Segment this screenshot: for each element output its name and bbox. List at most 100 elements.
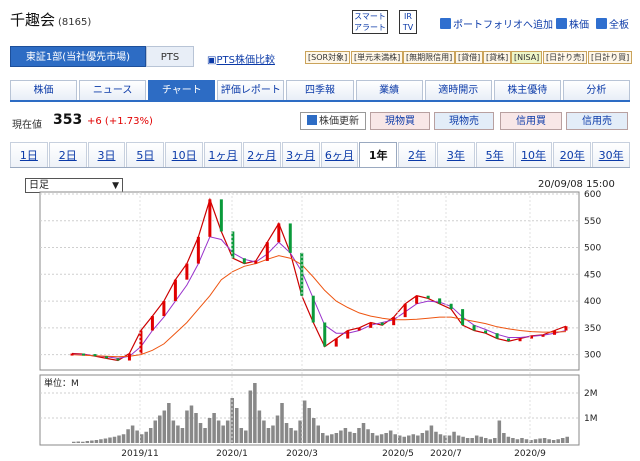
volume-bar xyxy=(316,425,320,443)
volume-bar xyxy=(94,440,99,443)
volume-bar xyxy=(452,431,456,443)
volume-bar xyxy=(393,434,397,443)
volume-bar xyxy=(72,441,76,443)
price-candle xyxy=(254,260,258,264)
volume-bar xyxy=(194,413,198,443)
price-candle xyxy=(162,301,166,317)
price-ytick-label: 300 xyxy=(584,351,601,361)
price-candle xyxy=(472,325,476,331)
volume-bar xyxy=(565,436,569,443)
price-candle xyxy=(357,327,361,331)
price-candle xyxy=(449,303,453,310)
volume-bar xyxy=(425,430,429,443)
volume-bar xyxy=(126,429,130,443)
price-candle xyxy=(507,338,511,342)
volume-bar xyxy=(112,436,117,443)
price-ytick-label: 400 xyxy=(584,297,601,307)
volume-bar xyxy=(560,438,565,443)
volume-bar xyxy=(307,408,311,443)
volume-bar xyxy=(284,423,289,443)
price-ytick-label: 600 xyxy=(584,190,601,200)
volume-bar xyxy=(447,435,452,443)
volume-bar xyxy=(348,431,352,443)
volume-bar xyxy=(497,420,502,443)
volume-bar xyxy=(176,425,180,443)
volume-bar xyxy=(266,428,271,443)
volume-bar xyxy=(502,433,506,443)
price-candle xyxy=(93,354,97,357)
volume-bar xyxy=(289,428,293,443)
price-candle xyxy=(196,236,200,264)
price-ytick-label: 450 xyxy=(584,270,601,280)
volume-bar xyxy=(99,439,103,443)
volume-bar xyxy=(185,410,189,443)
volume-bar xyxy=(470,438,474,443)
volume-bar xyxy=(429,425,434,443)
volume-bar xyxy=(370,433,375,443)
price-candle xyxy=(70,353,74,356)
volume-bar xyxy=(262,420,266,443)
price-candle xyxy=(541,334,545,337)
price-candle xyxy=(265,242,269,261)
volume-ytick-label: 2M xyxy=(584,389,598,399)
volume-bar xyxy=(538,438,542,443)
volume-bar xyxy=(339,430,343,443)
price-candle xyxy=(495,333,499,339)
volume-bar xyxy=(103,438,108,443)
volume-bar xyxy=(456,435,461,443)
volume-bar xyxy=(253,383,257,443)
volume-bar xyxy=(438,434,443,443)
volume-bar xyxy=(461,436,465,443)
price-candle xyxy=(311,295,315,323)
price-candle xyxy=(81,353,85,356)
price-candle xyxy=(185,263,189,280)
volume-bar xyxy=(293,430,298,443)
volume-bar xyxy=(334,433,339,443)
volume-bar xyxy=(117,435,121,443)
price-candle xyxy=(127,353,131,361)
volume-bar xyxy=(488,439,493,443)
volume-bar xyxy=(515,439,520,443)
volume-bar xyxy=(479,436,483,443)
volume-bar xyxy=(366,429,370,443)
volume-bar xyxy=(321,433,325,443)
volume-bar xyxy=(271,425,275,443)
price-candle xyxy=(208,199,212,237)
volume-bar xyxy=(520,438,524,443)
volume-bar xyxy=(121,434,126,443)
x-axis-label: 2020/1 xyxy=(216,449,248,459)
price-candle xyxy=(277,223,281,243)
price-candle xyxy=(380,322,384,326)
volume-bar xyxy=(542,438,547,443)
volume-bar xyxy=(244,430,248,443)
volume-bar xyxy=(402,436,407,443)
volume-bar xyxy=(167,403,171,443)
volume-bar xyxy=(180,428,185,443)
volume-bar xyxy=(352,433,357,443)
price-candle xyxy=(403,303,407,318)
volume-bar xyxy=(379,434,384,443)
price-candle xyxy=(369,322,373,328)
x-axis-label: 2019/11 xyxy=(121,449,158,459)
volume-bar xyxy=(357,428,361,443)
volume-bar xyxy=(234,408,239,443)
volume-bar xyxy=(144,431,148,443)
price-candle xyxy=(392,317,396,326)
volume-bar xyxy=(135,430,139,443)
volume-bar xyxy=(275,415,280,443)
volume-bar xyxy=(108,437,112,443)
volume-bar xyxy=(547,439,551,443)
volume-bar xyxy=(216,420,221,443)
volume-bar xyxy=(257,410,262,443)
volume-ytick-label: 1M xyxy=(584,414,598,424)
volume-bar xyxy=(153,420,158,443)
volume-bar xyxy=(280,403,284,443)
volume-bar xyxy=(388,430,393,443)
price-candle xyxy=(438,298,442,304)
volume-bar xyxy=(343,428,348,443)
volume-bar xyxy=(158,415,162,443)
volume-bar xyxy=(384,433,388,443)
volume-bar xyxy=(81,441,85,443)
volume-bar xyxy=(465,438,470,443)
price-ytick-label: 500 xyxy=(584,244,601,254)
